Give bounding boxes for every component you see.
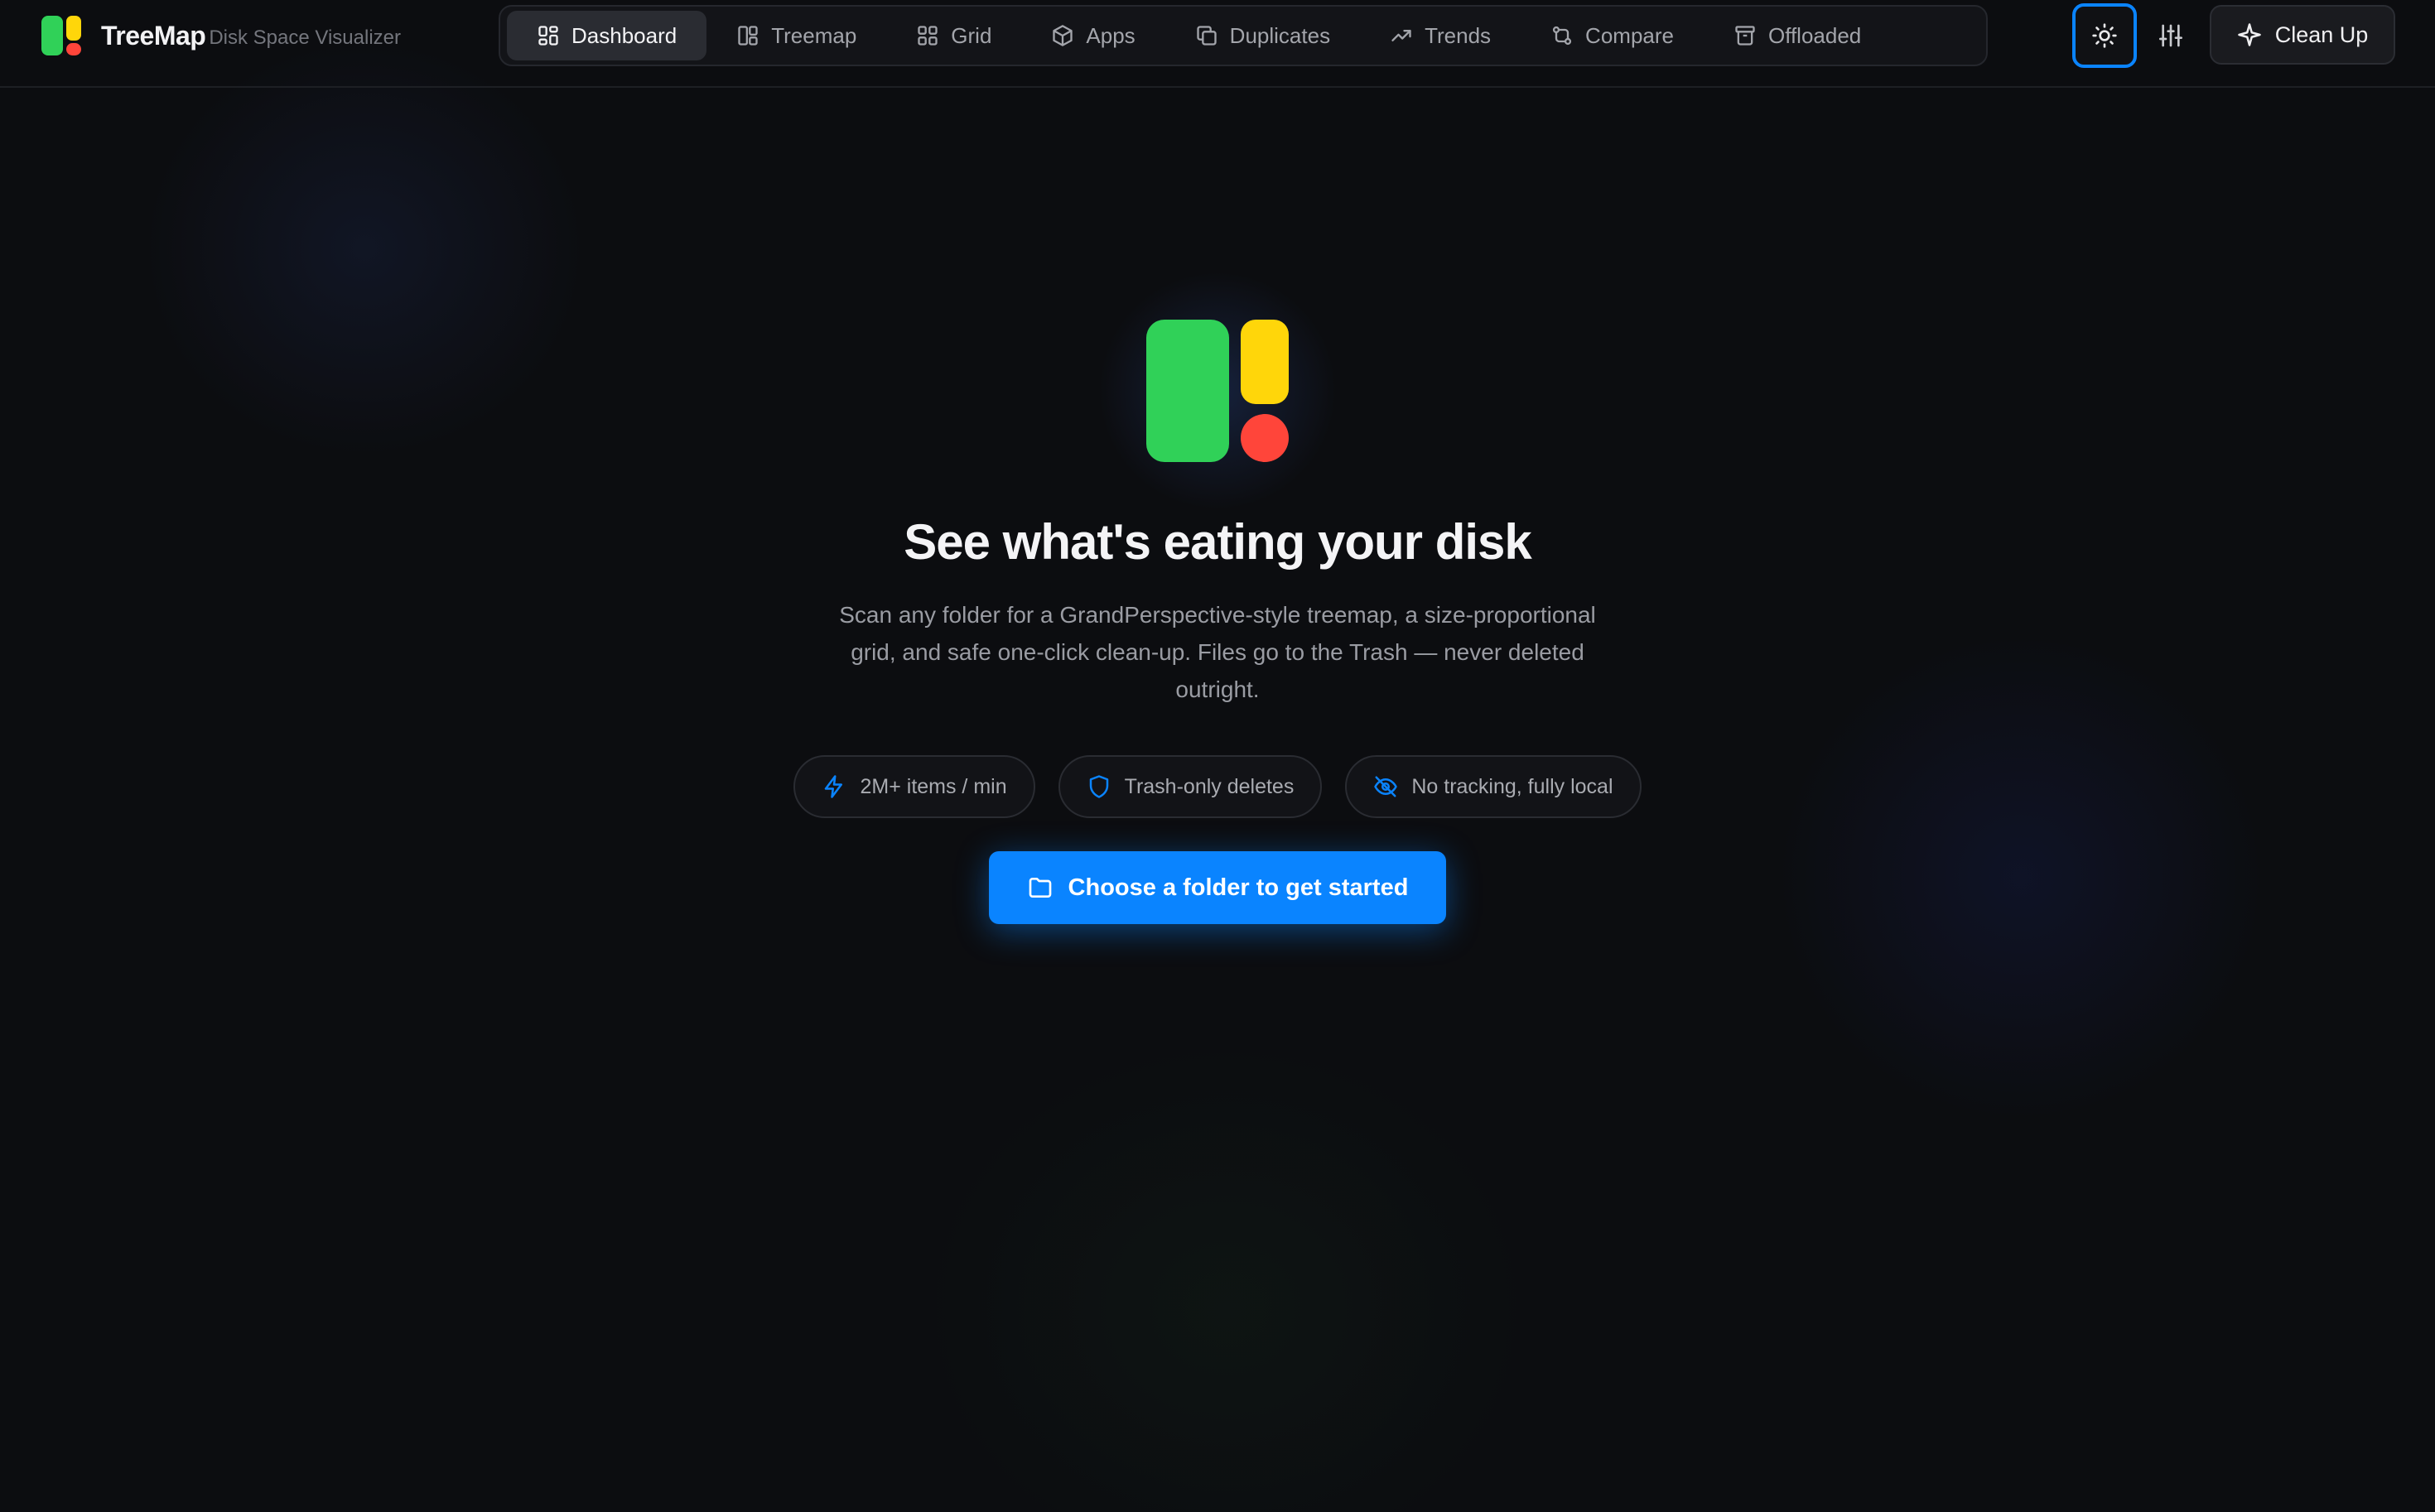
tab-label: Trends	[1425, 22, 1492, 48]
choose-folder-label: Choose a folder to get started	[1068, 874, 1409, 901]
hero-title: See what's eating your disk	[904, 514, 1532, 570]
app-subtitle: Disk Space Visualizer	[209, 26, 401, 49]
sparkle-icon	[2237, 23, 2261, 46]
clean-up-label: Clean Up	[2274, 22, 2369, 47]
feature-pill-privacy: No tracking, fully local	[1345, 755, 1642, 818]
clean-up-button[interactable]: Clean Up	[2210, 5, 2395, 65]
feature-pills: 2M+ items / min Trash-only deletes No tr…	[0, 755, 2435, 818]
folder-icon	[1029, 878, 1051, 898]
copy-icon	[1197, 26, 1217, 46]
tab-apps[interactable]: Apps	[1021, 11, 1164, 60]
sun-icon	[2092, 23, 2117, 48]
tab-compare[interactable]: Compare	[1521, 11, 1704, 60]
tab-duplicates[interactable]: Duplicates	[1165, 11, 1360, 60]
tab-grid[interactable]: Grid	[886, 11, 1021, 60]
tab-label: Grid	[951, 22, 992, 48]
app-logo-icon	[41, 16, 81, 55]
grid-icon	[918, 26, 938, 46]
box-icon	[1053, 25, 1073, 46]
tab-label: Dashboard	[571, 22, 677, 48]
sliders-icon	[2159, 24, 2182, 47]
brand: TreeMap Disk Space Visualizer	[41, 15, 401, 56]
tab-label: Apps	[1086, 22, 1136, 48]
feature-pill-trash: Trash-only deletes	[1058, 755, 1323, 818]
theme-toggle-button[interactable]	[2072, 3, 2137, 68]
settings-button[interactable]	[2138, 3, 2203, 68]
tab-label: Treemap	[771, 22, 857, 48]
hero-logo-icon	[1088, 262, 1347, 520]
treemap-icon	[738, 26, 758, 46]
hero-description: Scan any folder for a GrandPerspective-s…	[839, 602, 1596, 702]
feature-label: 2M+ items / min	[860, 774, 1007, 798]
archive-icon	[1735, 26, 1755, 46]
shield-icon	[1089, 775, 1108, 798]
tab-dashboard[interactable]: Dashboard	[507, 11, 707, 60]
feature-label: Trash-only deletes	[1124, 774, 1295, 798]
feature-label: No tracking, fully local	[1411, 774, 1613, 798]
compare-icon	[1552, 26, 1572, 46]
tab-label: Offloaded	[1767, 22, 1862, 48]
top-bar: TreeMap Disk Space Visualizer Dashboard …	[0, 0, 2435, 88]
tab-label: Compare	[1585, 22, 1674, 48]
app-name: TreeMap	[101, 20, 206, 51]
tab-trends[interactable]: Trends	[1360, 11, 1521, 60]
main-nav: Dashboard Treemap Grid Apps Duplicates T…	[499, 5, 1988, 66]
eye-off-icon	[1374, 776, 1398, 797]
choose-folder-button[interactable]: Choose a folder to get started	[989, 851, 1446, 924]
bolt-icon	[825, 775, 843, 798]
feature-pill-speed: 2M+ items / min	[793, 755, 1035, 818]
tab-label: Duplicates	[1229, 22, 1331, 48]
tab-offloaded[interactable]: Offloaded	[1704, 11, 1891, 60]
trending-up-icon	[1391, 30, 1411, 41]
dashboard-icon	[538, 26, 558, 46]
tab-treemap[interactable]: Treemap	[706, 11, 886, 60]
